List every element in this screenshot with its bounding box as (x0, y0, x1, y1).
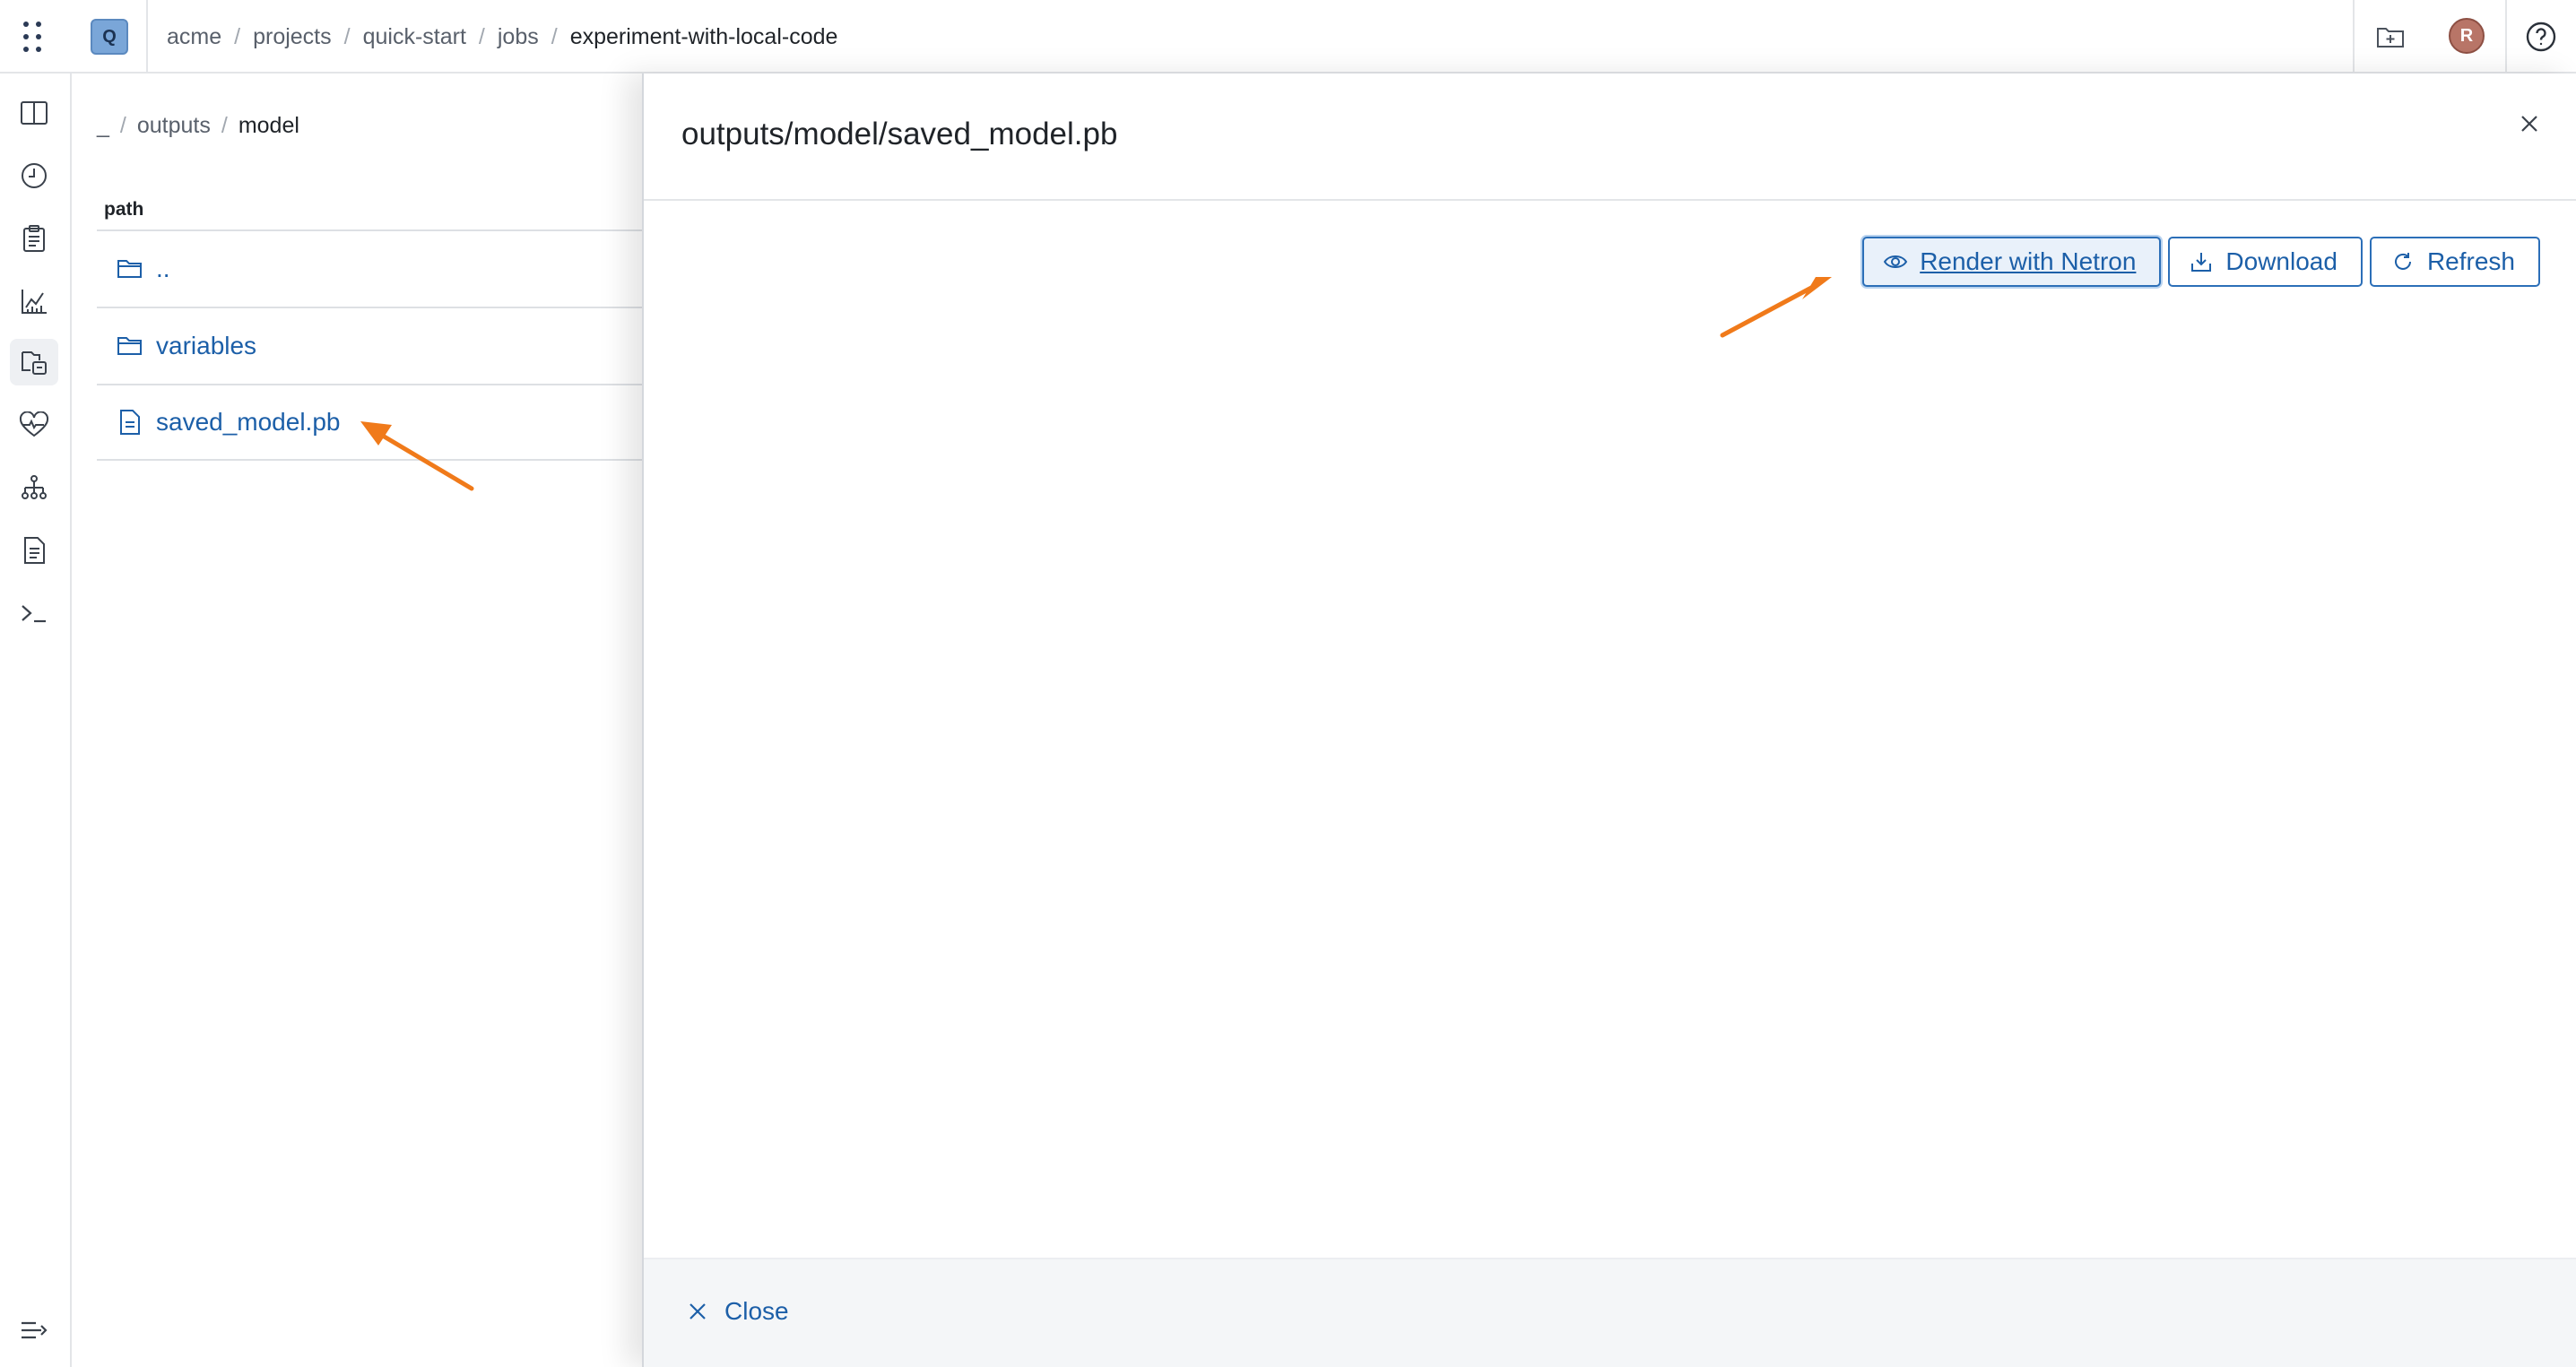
panel-divider (644, 199, 2576, 201)
app-grid-icon[interactable] (20, 18, 48, 56)
help-icon[interactable] (2522, 18, 2560, 56)
clipboard-icon (23, 225, 45, 252)
folder-icon (117, 255, 143, 282)
breadcrumb: acme / projects / quick-start / jobs / e… (167, 23, 838, 50)
eye-icon (1882, 248, 1909, 275)
file-row-parent[interactable]: .. (97, 229, 642, 307)
sidebar-item-lineage[interactable] (10, 464, 58, 511)
sidebar (0, 74, 72, 1367)
file-row-variables[interactable]: variables (97, 307, 642, 384)
close-icon[interactable] (2510, 104, 2549, 143)
file-browser: _ / outputs / model path .. variables sa… (74, 74, 642, 1367)
user-avatar[interactable]: R (2449, 18, 2485, 54)
file-list: .. variables saved_model.pb (97, 229, 642, 461)
document-icon (24, 537, 45, 564)
topbar-divider (2353, 0, 2355, 74)
file-name[interactable]: .. (156, 255, 170, 283)
top-bar: Q acme / projects / quick-start / jobs /… (0, 0, 2576, 74)
collapse-icon (22, 1321, 48, 1339)
project-badge[interactable]: Q (91, 19, 128, 55)
path-breadcrumb: _ / outputs / model (97, 113, 299, 139)
breadcrumb-projects[interactable]: projects (253, 24, 332, 50)
columns-icon (21, 101, 48, 125)
breadcrumb-jobs[interactable]: jobs (498, 24, 539, 50)
artifacts-icon (22, 351, 47, 375)
sidebar-item-artifacts[interactable] (10, 339, 58, 385)
panel-title: outputs/model/saved_model.pb (681, 117, 1118, 151)
file-name[interactable]: saved_model.pb (156, 408, 340, 437)
refresh-button[interactable]: Refresh (2369, 237, 2540, 287)
path-crumb-root[interactable]: _ (97, 113, 109, 139)
close-button[interactable]: Close (685, 1297, 789, 1326)
render-with-netron-button[interactable]: Render with Netron (1862, 237, 2162, 287)
breadcrumb-quick-start[interactable]: quick-start (363, 24, 466, 50)
panel-footer: Close (644, 1258, 2576, 1367)
file-icon (117, 409, 143, 436)
column-header-path: path (104, 199, 144, 220)
topbar-divider (146, 0, 148, 74)
folder-icon (117, 333, 143, 359)
button-label: Download (2225, 247, 2337, 275)
path-crumb-current: model (238, 113, 299, 138)
chart-icon (22, 290, 47, 314)
path-crumb-outputs[interactable]: outputs (137, 113, 211, 139)
sidebar-item-terminal[interactable] (10, 590, 58, 636)
sidebar-item-history[interactable] (10, 152, 58, 199)
file-name[interactable]: variables (156, 332, 256, 360)
breadcrumb-acme[interactable]: acme (167, 24, 221, 50)
breadcrumb-current: experiment-with-local-code (569, 23, 838, 49)
sidebar-item-overview[interactable] (10, 90, 58, 136)
sidebar-item-logs[interactable] (10, 215, 58, 262)
topbar-divider (2505, 0, 2507, 74)
download-button[interactable]: Download (2168, 237, 2363, 287)
hierarchy-icon (22, 475, 47, 499)
sidebar-collapse-button[interactable] (10, 1307, 58, 1354)
button-label: Refresh (2426, 247, 2515, 275)
refresh-icon (2390, 248, 2416, 275)
close-icon (685, 1299, 710, 1324)
folder-plus-icon[interactable] (2372, 18, 2409, 56)
sidebar-item-dashboards[interactable] (10, 278, 58, 324)
download-icon (2188, 248, 2215, 275)
close-label: Close (724, 1297, 789, 1325)
clock-icon (22, 163, 47, 188)
button-label: Render with Netron (1920, 247, 2137, 275)
file-preview-panel: outputs/model/saved_model.pb Render with… (642, 74, 2576, 1367)
file-row-saved-model[interactable]: saved_model.pb (97, 384, 642, 461)
terminal-icon (22, 605, 46, 623)
sidebar-item-documents[interactable] (10, 527, 58, 574)
preview-actions: Render with Netron Download Refresh (1862, 237, 2540, 287)
heart-pulse-icon (19, 411, 49, 437)
sidebar-item-monitoring[interactable] (10, 402, 58, 448)
